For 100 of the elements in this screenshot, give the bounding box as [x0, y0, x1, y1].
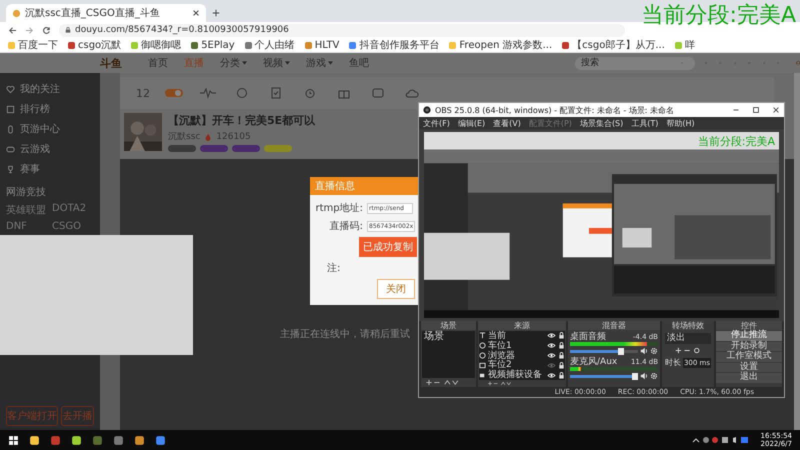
volume-slider[interactable]: [570, 350, 638, 352]
lock-icon[interactable]: [558, 352, 565, 359]
source-item[interactable]: 当前: [488, 330, 545, 341]
control-button[interactable]: 停止推流: [716, 331, 782, 340]
badge-tag: [168, 145, 196, 152]
bookmark[interactable]: 个人由绪: [244, 38, 295, 52]
reload-icon[interactable]: [42, 26, 51, 34]
lock-icon[interactable]: [558, 332, 565, 340]
channel-name: 麦克风/Aux: [570, 357, 618, 367]
new-tab-icon[interactable]: [212, 9, 220, 17]
field-label: rtmp地址:: [315, 202, 363, 215]
channel-name: 桌面音频: [570, 332, 606, 342]
tray-icons-drawing[interactable]: [690, 435, 751, 445]
close-button[interactable]: 关闭: [377, 279, 415, 299]
badge-tag: [200, 145, 228, 152]
window-title: OBS 25.0.8 (64-bit, windows) - 配置文件: 未命名 - 场景: 未命名: [435, 104, 676, 116]
slider-thumb[interactable]: [632, 372, 638, 380]
menu-item[interactable]: 工具(T): [631, 118, 658, 128]
dock-title: 来源: [478, 321, 566, 330]
sidebar-item[interactable]: 页游中心: [20, 122, 60, 136]
app-icon[interactable]: [71, 434, 82, 446]
stream-title: 【沉默】开车！完美5E都可以: [168, 113, 316, 128]
windows-icon[interactable]: [8, 434, 19, 446]
scene-item[interactable]: 场景: [422, 331, 475, 342]
lock-icon[interactable]: [558, 342, 565, 350]
dock-title: 控件: [716, 321, 782, 330]
note-text: 注:: [327, 262, 342, 275]
address-bar[interactable]: douyu.com/8567434?_r=0.8100930057919906: [59, 24, 625, 36]
app-icon: [423, 106, 431, 114]
toast-message: 已成功复制: [359, 237, 417, 257]
dock-title: 转场特效: [672, 321, 704, 330]
dock-title: 场景: [421, 321, 476, 330]
bookmark[interactable]: 咩: [674, 38, 695, 52]
speaker-icon[interactable]: [640, 372, 648, 380]
menu-item[interactable]: 查看(V): [493, 118, 521, 128]
bookmark[interactable]: HLTV: [304, 40, 340, 50]
bookmark[interactable]: 抖音创作服务平台: [349, 38, 440, 52]
transition-select[interactable]: 淡出: [665, 333, 711, 344]
search-field[interactable]: 搜索: [575, 56, 695, 70]
image-icon: [479, 362, 486, 369]
menu-item[interactable]: 编辑(E): [458, 118, 486, 128]
browser-tab[interactable]: 沉默ssc直播_CSGO直播_斗鱼: [6, 4, 206, 22]
camera-icon: [479, 372, 486, 379]
control-button[interactable]: 设置: [716, 362, 782, 372]
badge-tag: [264, 145, 292, 152]
control-button[interactable]: 退出: [716, 373, 782, 382]
caret-icon[interactable]: [285, 61, 290, 65]
tab-title: 沉默ssc直播_CSGO直播_斗鱼: [25, 6, 161, 20]
slider-thumb[interactable]: [618, 348, 624, 354]
menu-item[interactable]: 场景集合(S): [580, 118, 624, 128]
overlay-text: 当前分段:完美A: [698, 134, 775, 149]
lock-icon[interactable]: [558, 362, 565, 369]
menu-item[interactable]: 文件(F): [423, 118, 450, 128]
waveform-icon[interactable]: [198, 87, 218, 99]
dock-title: 混音器: [568, 321, 660, 330]
trophy-icon: [6, 164, 15, 174]
sidebar-item[interactable]: 赛事: [20, 162, 40, 176]
text-icon: [479, 332, 486, 340]
dialog-title: 直播信息: [310, 177, 418, 195]
close-icon[interactable]: [192, 9, 200, 17]
source-item[interactable]: 浏览器: [488, 350, 545, 360]
section-heading: 网游竞技: [6, 186, 47, 199]
source-item[interactable]: 视频捕获设备: [488, 370, 545, 380]
scrollbar[interactable]: [794, 73, 800, 430]
app-icon[interactable]: [29, 434, 40, 446]
volume-slider[interactable]: [570, 374, 638, 378]
speaker-icon[interactable]: [640, 347, 648, 355]
flame-icon: [204, 132, 212, 140]
lock-icon[interactable]: [558, 372, 565, 379]
bookmark[interactable]: csgo沉默: [68, 38, 122, 52]
bookmark[interactable]: 【csgo郎子】从万...: [562, 38, 665, 52]
control-button[interactable]: 开始录制: [716, 342, 782, 351]
source-item[interactable]: 车位2: [488, 360, 545, 370]
gamepad-icon: [6, 144, 15, 154]
bookmark[interactable]: 百度一下: [8, 38, 58, 52]
settings-icon[interactable]: [650, 347, 658, 355]
player-message: 主播正在连线中，请稍后重试: [280, 328, 410, 341]
back-icon[interactable]: [8, 26, 17, 34]
points-count: 12: [136, 86, 150, 100]
duration-label: 时长: [664, 357, 681, 368]
source-item[interactable]: 车位1: [488, 340, 545, 351]
sidebar-item[interactable]: 我的关注: [20, 82, 60, 96]
settings-icon[interactable]: [650, 372, 658, 380]
bookmark[interactable]: 御嗯御嗯: [131, 38, 182, 52]
app-icon[interactable]: [134, 434, 145, 446]
app-icon[interactable]: [155, 434, 166, 446]
badge-tag: [232, 145, 260, 152]
bookmark[interactable]: Freopen 游戏参数...: [449, 38, 552, 52]
toggle-icon[interactable]: [164, 87, 184, 99]
overlay-text: 当前分段:完美A: [642, 2, 796, 30]
caret-icon[interactable]: [328, 61, 333, 65]
field-label: 直播码:: [328, 220, 363, 233]
heart-icon: [6, 84, 15, 94]
maximize-icon[interactable]: [752, 106, 760, 114]
caret-icon[interactable]: [242, 61, 247, 65]
sidebar-item[interactable]: 云游戏: [20, 142, 50, 156]
bookmark[interactable]: 5EPlay: [191, 40, 235, 50]
menu-item[interactable]: 帮助(H): [666, 118, 695, 128]
close-icon[interactable]: [772, 106, 780, 114]
sidebar-item[interactable]: 排行榜: [20, 102, 50, 116]
